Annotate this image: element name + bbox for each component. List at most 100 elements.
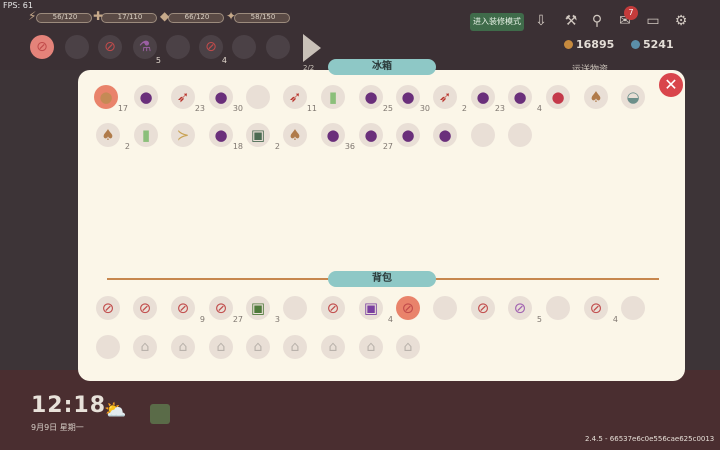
toolbar-slot-3[interactable]: ⊘ bbox=[98, 35, 122, 59]
toolbar-slot-4[interactable]: ⚗ 5 bbox=[133, 35, 161, 65]
backpack-slot[interactable] bbox=[546, 296, 570, 320]
juice-icon: ▮ bbox=[141, 126, 151, 144]
eggplant-icon: ● bbox=[214, 126, 228, 144]
backpack-slot[interactable]: ▣ 4 bbox=[359, 296, 393, 324]
sanity-value: 58/150 bbox=[250, 13, 276, 21]
fridge-slot[interactable]: ● bbox=[546, 85, 570, 109]
fridge-slot[interactable]: ≻ bbox=[171, 123, 195, 147]
version-label: 2.4.5 - 66537e6c0e556cae625c0013 bbox=[585, 435, 715, 443]
clock-time: 12:18 bbox=[31, 393, 107, 418]
fridge-slot[interactable]: ● 25 bbox=[359, 85, 393, 113]
chili-icon: ➶ bbox=[176, 88, 190, 106]
settings-gear-icon[interactable]: ⚙ bbox=[671, 11, 691, 31]
folder-icon[interactable]: ▭ bbox=[643, 11, 663, 31]
backpack-slot-qty: 9 bbox=[199, 315, 205, 324]
toolbar-slot-2[interactable] bbox=[65, 35, 89, 59]
fridge-slot-qty: 11 bbox=[306, 104, 317, 113]
fridge-slot[interactable]: ♠ bbox=[283, 123, 307, 147]
eggplant-icon: ● bbox=[476, 88, 490, 106]
backpack-slot[interactable]: ⊘ bbox=[133, 296, 157, 320]
fridge-slot[interactable]: ▮ bbox=[321, 85, 345, 109]
backpack-slot[interactable]: ⌂ bbox=[246, 335, 270, 359]
fridge-slot[interactable]: ● 30 bbox=[396, 85, 430, 113]
crossed-bottle-icon: ⊘ bbox=[101, 299, 115, 317]
bowl-icon: ◒ bbox=[626, 88, 640, 106]
crossed-pick-icon: ⊘ bbox=[326, 299, 340, 317]
map-pin-icon[interactable]: ⚲ bbox=[587, 11, 607, 31]
fridge-slot[interactable] bbox=[246, 85, 270, 109]
snack-icon: ▣ bbox=[363, 299, 379, 317]
fridge-slot[interactable] bbox=[471, 123, 495, 147]
backpack-slot[interactable]: ⊘ 5 bbox=[508, 296, 542, 324]
backpack-slot[interactable]: ⊘ bbox=[471, 296, 495, 320]
fridge-slot[interactable]: ● 36 bbox=[321, 123, 355, 151]
fridge-slot[interactable]: ● bbox=[433, 123, 457, 147]
lock-icon: ⌂ bbox=[290, 339, 300, 355]
fridge-slot-qty: 2 bbox=[461, 104, 467, 113]
fridge-slot[interactable]: ● 23 bbox=[471, 85, 505, 113]
fridge-slot[interactable]: ➶ 2 bbox=[433, 85, 467, 113]
energy-value: 56/120 bbox=[52, 13, 78, 21]
fridge-slot[interactable] bbox=[508, 123, 532, 147]
backpack-slot[interactable]: ⊘ 4 bbox=[584, 296, 618, 324]
backpack-slot[interactable]: ⌂ bbox=[283, 335, 307, 359]
toolbar-next-arrow[interactable] bbox=[303, 34, 321, 62]
backpack-slot[interactable] bbox=[621, 296, 645, 320]
coin-value: 16895 bbox=[576, 38, 615, 51]
fridge-slot[interactable]: ◒ bbox=[621, 85, 645, 109]
crossed-axe-icon: ⊘ bbox=[205, 39, 217, 55]
backpack-slot[interactable]: ⌂ bbox=[321, 335, 345, 359]
backpack-slot[interactable]: ⌂ bbox=[171, 335, 195, 359]
backpack-slot[interactable] bbox=[283, 296, 307, 320]
health-value: 17/110 bbox=[117, 13, 143, 21]
backpack-slot[interactable]: ⊘ 27 bbox=[209, 296, 243, 324]
close-button[interactable]: ✕ bbox=[657, 71, 685, 99]
toolbar-slot-5[interactable] bbox=[166, 35, 190, 59]
backpack-slot[interactable]: ⊘ bbox=[321, 296, 345, 320]
backpack-slot[interactable]: ⌂ bbox=[209, 335, 233, 359]
fridge-slot[interactable]: ➶ 23 bbox=[171, 85, 205, 113]
fridge-slot-qty: 25 bbox=[382, 104, 393, 113]
toolbar-slot-8[interactable] bbox=[266, 35, 290, 59]
fridge-slot-qty: 30 bbox=[419, 104, 430, 113]
coin-counter: 16895 bbox=[564, 38, 614, 51]
backpack-slot[interactable]: ⌂ bbox=[133, 335, 157, 359]
build-mode-button[interactable]: 进入装修模式 bbox=[470, 13, 524, 31]
toolbar-slot-1[interactable]: ⊘ bbox=[30, 35, 54, 59]
backpack-slot[interactable]: ▣ 3 bbox=[246, 296, 280, 324]
toolbar-slot-6[interactable]: ⊘ 4 bbox=[199, 35, 227, 65]
potion-icon: ⚗ bbox=[138, 39, 152, 55]
backpack-slot[interactable]: ⊘ bbox=[96, 296, 120, 320]
backpack-slot[interactable]: ⌂ bbox=[396, 335, 420, 359]
fridge-slot[interactable]: ♠ bbox=[584, 85, 608, 109]
fridge-slot[interactable]: ● bbox=[134, 85, 158, 109]
fridge-slot[interactable]: ➶ 11 bbox=[283, 85, 317, 113]
character-portrait[interactable] bbox=[150, 404, 170, 424]
mail-badge: 7 bbox=[624, 6, 638, 20]
fridge-slot-qty: 36 bbox=[344, 142, 355, 151]
backpack-slot[interactable] bbox=[433, 296, 457, 320]
download-icon[interactable]: ⇩ bbox=[531, 11, 551, 31]
card-icon: ▣ bbox=[250, 126, 266, 144]
lock-icon: ⌂ bbox=[403, 339, 413, 355]
tools-icon[interactable]: ⚒ bbox=[561, 11, 581, 31]
fridge-slot-qty: 23 bbox=[494, 104, 505, 113]
fridge-slot[interactable]: ● 17 bbox=[94, 85, 128, 113]
crossed-phone-icon: ⊘ bbox=[138, 299, 152, 317]
fridge-slot[interactable]: ▮ bbox=[134, 123, 158, 147]
backpack-slot[interactable]: ⊘ 9 bbox=[171, 296, 205, 324]
fridge-slot[interactable]: ▣ 2 bbox=[246, 123, 280, 151]
fridge-slot[interactable]: ● bbox=[396, 123, 420, 147]
toolbar-slot-7[interactable] bbox=[232, 35, 256, 59]
fridge-slot[interactable]: ● 30 bbox=[209, 85, 243, 113]
fridge-slot[interactable]: ● 18 bbox=[209, 123, 243, 151]
backpack-slot[interactable]: ⌂ bbox=[359, 335, 383, 359]
gem-counter: 5241 bbox=[631, 38, 674, 51]
fridge-slot[interactable]: ● 27 bbox=[359, 123, 393, 151]
backpack-slot[interactable] bbox=[96, 335, 120, 359]
fridge-slot[interactable]: ♠ 2 bbox=[96, 123, 130, 151]
eggplant-icon: ● bbox=[326, 126, 340, 144]
backpack-slot[interactable]: ⊘ bbox=[396, 296, 420, 320]
fridge-slot[interactable]: ● 4 bbox=[508, 85, 542, 113]
fridge-slot-qty: 30 bbox=[232, 104, 243, 113]
